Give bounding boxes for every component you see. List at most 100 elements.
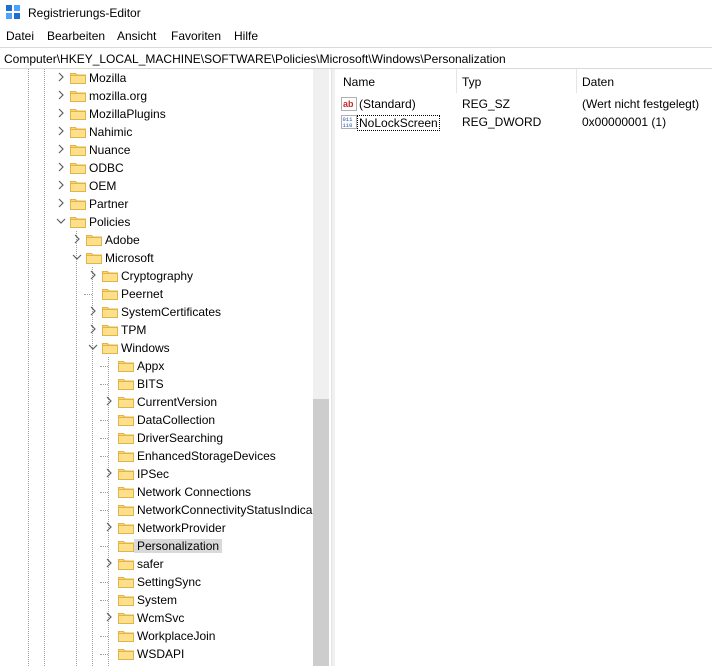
chevron-right-icon[interactable] <box>104 395 114 407</box>
folder-icon <box>118 629 134 642</box>
tree-item-label: Microsoft <box>105 251 154 265</box>
tree-item[interactable]: DriverSearching <box>0 429 313 447</box>
tree-item[interactable]: SettingSync <box>0 573 313 591</box>
tree-item[interactable]: NetworkProvider <box>0 519 313 537</box>
tree-branch-line <box>100 654 108 655</box>
chevron-right-icon[interactable] <box>56 125 66 137</box>
address-bar[interactable]: Computer\HKEY_LOCAL_MACHINE\SOFTWARE\Pol… <box>0 47 712 69</box>
menu-bar: Datei Bearbeiten Ansicht Favoriten Hilfe <box>0 26 712 46</box>
chevron-right-icon[interactable] <box>56 71 66 83</box>
chevron-right-icon[interactable] <box>104 467 114 479</box>
tree-item[interactable]: MozillaPlugins <box>0 105 313 123</box>
tree-item[interactable]: OEM <box>0 177 313 195</box>
column-separator[interactable] <box>456 69 457 93</box>
tree-item[interactable]: WorkplaceJoin <box>0 627 313 645</box>
folder-icon <box>118 395 134 408</box>
tree-scrollbar-thumb[interactable] <box>313 399 329 666</box>
tree-item[interactable]: Policies <box>0 213 313 231</box>
tree-item[interactable]: Appx <box>0 357 313 375</box>
menu-bearbeiten[interactable]: Bearbeiten <box>47 29 105 43</box>
chevron-right-icon[interactable] <box>88 305 98 317</box>
tree-item-label: Policies <box>89 215 131 229</box>
tree-item[interactable]: Adobe <box>0 231 313 249</box>
folder-icon <box>118 413 134 426</box>
chevron-right-icon[interactable] <box>56 89 66 101</box>
tree-item[interactable]: Peernet <box>0 285 313 303</box>
folder-icon <box>102 287 118 300</box>
menu-ansicht[interactable]: Ansicht <box>117 29 156 43</box>
chevron-down-icon[interactable] <box>88 341 98 353</box>
tree-item[interactable]: DataCollection <box>0 411 313 429</box>
tree-item-label: IPSec <box>137 467 170 481</box>
tree-branch-line <box>100 420 108 421</box>
svg-text:110: 110 <box>343 122 353 129</box>
tree-item[interactable]: NetworkConnectivityStatusIndica <box>0 501 313 519</box>
tree-item[interactable]: mozilla.org <box>0 87 313 105</box>
column-separator[interactable] <box>576 69 577 93</box>
chevron-right-icon[interactable] <box>56 143 66 155</box>
folder-icon <box>118 593 134 606</box>
chevron-down-icon[interactable] <box>56 215 66 227</box>
values-list[interactable]: Name Typ Daten ab (Standard) REG_SZ (Wert n… <box>335 69 712 666</box>
tree-item[interactable]: TPM <box>0 321 313 339</box>
tree-item[interactable]: EnhancedStorageDevices <box>0 447 313 465</box>
chevron-right-icon[interactable] <box>56 161 66 173</box>
chevron-right-icon[interactable] <box>104 611 114 623</box>
folder-icon <box>102 341 118 354</box>
folder-icon <box>118 647 134 660</box>
tree-item[interactable]: Nuance <box>0 141 313 159</box>
tree-item[interactable]: CurrentVersion <box>0 393 313 411</box>
chevron-right-icon[interactable] <box>88 323 98 335</box>
tree-item[interactable]: Nahimic <box>0 123 313 141</box>
chevron-right-icon[interactable] <box>88 269 98 281</box>
tree-item-label: Personalization <box>134 539 223 553</box>
chevron-right-icon[interactable] <box>56 107 66 119</box>
tree-item[interactable]: Personalization <box>0 537 313 555</box>
column-header-name[interactable]: Name <box>343 75 375 89</box>
tree-item-label: Peernet <box>121 287 164 301</box>
tree-item[interactable]: SystemCertificates <box>0 303 313 321</box>
tree-item[interactable]: IPSec <box>0 465 313 483</box>
tree-item-label: BITS <box>137 377 164 391</box>
chevron-down-icon[interactable] <box>72 251 82 263</box>
tree-item[interactable]: Mozilla <box>0 69 313 87</box>
tree-item-label: DataCollection <box>137 413 216 427</box>
value-name: NoLockScreen <box>357 115 440 131</box>
tree-item-label: Windows <box>121 341 170 355</box>
folder-icon <box>70 71 86 84</box>
folder-icon <box>70 89 86 102</box>
tree-item[interactable]: WSDAPI <box>0 645 313 663</box>
folder-icon <box>118 467 134 480</box>
tree-item[interactable]: Partner <box>0 195 313 213</box>
tree-item-label: Partner <box>89 197 129 211</box>
menu-favoriten[interactable]: Favoriten <box>171 29 221 43</box>
tree-item-label: System <box>137 593 178 607</box>
value-row[interactable]: ab (Standard) REG_SZ (Wert nicht festgelegt… <box>335 95 712 113</box>
tree-item[interactable]: Microsoft <box>0 249 313 267</box>
folder-icon <box>118 359 134 372</box>
chevron-right-icon[interactable] <box>56 197 66 209</box>
key-tree[interactable]: Mozilla mozilla.org MozillaPlugins Nahimic N… <box>0 69 329 666</box>
tree-item[interactable]: WcmSvc <box>0 609 313 627</box>
tree-item[interactable]: System <box>0 591 313 609</box>
folder-icon <box>118 431 134 444</box>
address-path[interactable]: Computer\HKEY_LOCAL_MACHINE\SOFTWARE\Pol… <box>4 52 506 66</box>
tree-item[interactable]: Network Connections <box>0 483 313 501</box>
window-title: Registrierungs-Editor <box>28 6 141 20</box>
column-header-type[interactable]: Typ <box>462 75 481 89</box>
tree-item[interactable]: ODBC <box>0 159 313 177</box>
menu-datei[interactable]: Datei <box>6 29 34 43</box>
tree-item[interactable]: BITS <box>0 375 313 393</box>
chevron-right-icon[interactable] <box>72 233 82 245</box>
menu-hilfe[interactable]: Hilfe <box>234 29 258 43</box>
tree-item[interactable]: Cryptography <box>0 267 313 285</box>
string-value-icon: ab <box>341 97 357 111</box>
chevron-right-icon[interactable] <box>56 179 66 191</box>
column-header-data[interactable]: Daten <box>582 75 614 89</box>
value-row[interactable]: 011 110 NoLockScreen REG_DWORD 0x00000001 (1… <box>335 113 712 131</box>
value-data: 0x00000001 (1) <box>582 115 667 129</box>
tree-item[interactable]: safer <box>0 555 313 573</box>
tree-item[interactable]: Windows <box>0 339 313 357</box>
chevron-right-icon[interactable] <box>104 557 114 569</box>
chevron-right-icon[interactable] <box>104 521 114 533</box>
